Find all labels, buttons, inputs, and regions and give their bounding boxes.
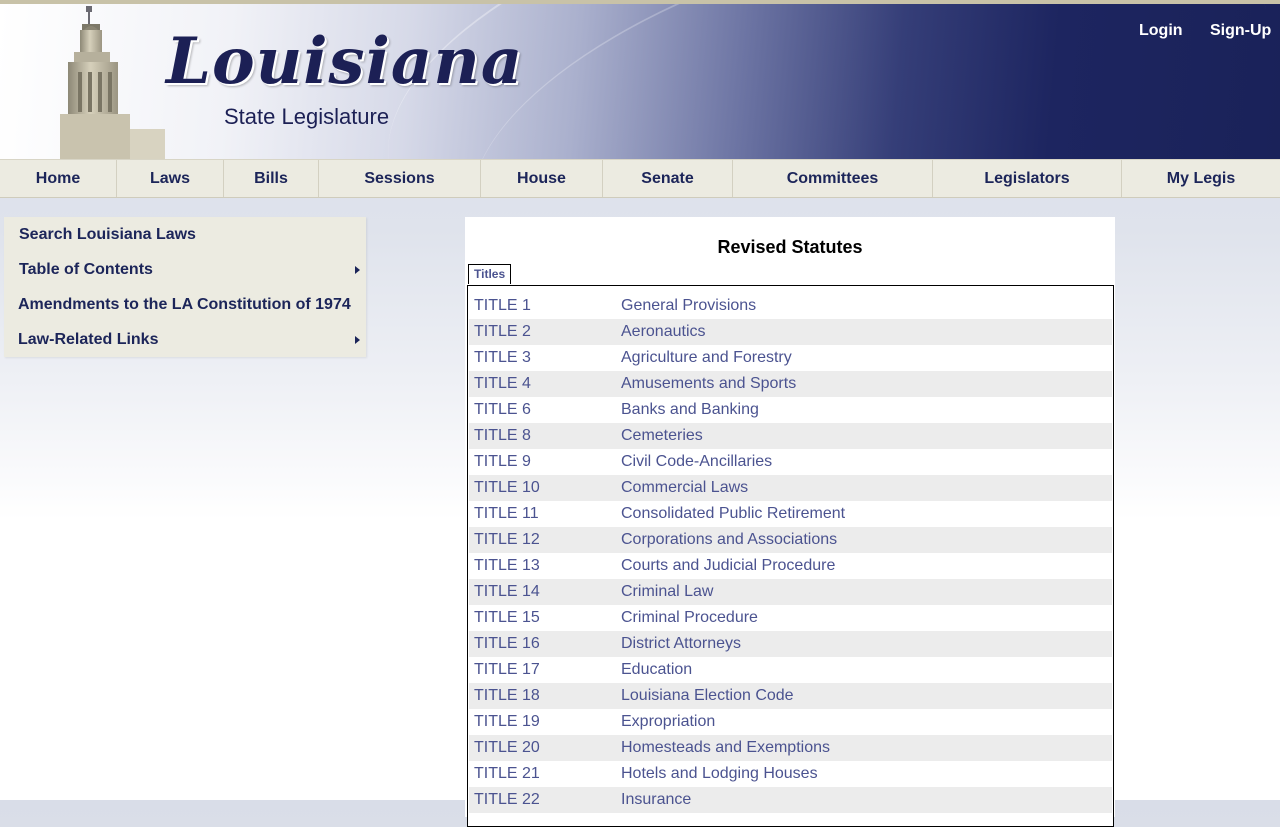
table-row: TITLE 9 Civil Code-Ancillaries	[469, 449, 1112, 475]
title-name-link[interactable]: Louisiana Election Code	[621, 683, 794, 709]
title-number-link[interactable]: TITLE 4	[474, 371, 531, 397]
title-number-link[interactable]: TITLE 15	[474, 605, 540, 631]
title-name-link[interactable]: Education	[621, 657, 692, 683]
title-number-link[interactable]: TITLE 16	[474, 631, 540, 657]
title-name-link[interactable]: Aeronautics	[621, 319, 706, 345]
title-number-link[interactable]: TITLE 20	[474, 735, 540, 761]
side-item-label: Amendments to the LA Constitution of 197…	[18, 296, 351, 313]
title-number-link[interactable]: TITLE 14	[474, 579, 540, 605]
logo-subtitle: State Legislature	[224, 104, 390, 129]
title-name-link[interactable]: Banks and Banking	[621, 397, 759, 423]
table-row: TITLE 11 Consolidated Public Retirement	[469, 501, 1112, 527]
page-title: Revised Statutes	[717, 237, 863, 257]
nav-home[interactable]: Home	[0, 160, 117, 197]
table-row: TITLE 12 Corporations and Associations	[469, 527, 1112, 553]
table-row: TITLE 21 Hotels and Lodging Houses	[469, 761, 1112, 787]
title-number-link[interactable]: TITLE 8	[474, 423, 531, 449]
title-name-link[interactable]: Corporations and Associations	[621, 527, 837, 553]
side-item-law-related-links[interactable]: Law-Related Links	[4, 322, 366, 357]
nav-laws[interactable]: Laws	[117, 160, 224, 197]
title-name-link[interactable]: Cemeteries	[621, 423, 703, 449]
title-name-link[interactable]: Commercial Laws	[621, 475, 748, 501]
table-row: TITLE 8 Cemeteries	[469, 423, 1112, 449]
table-row: TITLE 20 Homesteads and Exemptions	[469, 735, 1112, 761]
title-number-link[interactable]: TITLE 10	[474, 475, 540, 501]
side-item-search-laws[interactable]: Search Louisiana Laws	[4, 217, 366, 252]
logo-script-text: Louisiana	[166, 24, 524, 99]
table-row: TITLE 22 Insurance	[469, 787, 1112, 813]
title-number-link[interactable]: TITLE 22	[474, 787, 540, 813]
table-row: TITLE 14 Criminal Law	[469, 579, 1112, 605]
table-row: TITLE 10 Commercial Laws	[469, 475, 1112, 501]
title-name-link[interactable]: Homesteads and Exemptions	[621, 735, 830, 761]
login-link[interactable]: Login	[1139, 22, 1183, 40]
titles-list: TITLE 1 General Provisions TITLE 2 Aeronaut…	[469, 293, 1112, 813]
title-number-link[interactable]: TITLE 11	[474, 501, 539, 527]
table-row: TITLE 3 Agriculture and Forestry	[469, 345, 1112, 371]
signup-link[interactable]: Sign-Up	[1210, 22, 1271, 40]
nav-committees[interactable]: Committees	[733, 160, 933, 197]
nav-sessions[interactable]: Sessions	[319, 160, 481, 197]
title-number-link[interactable]: TITLE 1	[474, 293, 531, 319]
site-banner: Louisiana State Legislature Login Sign-U…	[0, 4, 1280, 159]
tab-titles[interactable]: Titles	[468, 264, 512, 284]
nav-senate[interactable]: Senate	[603, 160, 733, 197]
nav-bills[interactable]: Bills	[224, 160, 319, 197]
title-number-link[interactable]: TITLE 9	[474, 449, 531, 475]
submenu-arrow-icon	[355, 336, 360, 344]
title-number-link[interactable]: TITLE 2	[474, 319, 531, 345]
title-number-link[interactable]: TITLE 13	[474, 553, 540, 579]
submenu-arrow-icon	[355, 266, 360, 274]
title-number-link[interactable]: TITLE 18	[474, 683, 540, 709]
table-row: TITLE 17 Education	[469, 657, 1112, 683]
table-row: TITLE 16 District Attorneys	[469, 631, 1112, 657]
table-row: TITLE 6 Banks and Banking	[469, 397, 1112, 423]
title-name-link[interactable]: Civil Code-Ancillaries	[621, 449, 772, 475]
side-menu: Search Louisiana Laws Table of Contents …	[4, 217, 366, 357]
table-row: TITLE 1 General Provisions	[469, 293, 1112, 319]
table-row: TITLE 2 Aeronautics	[469, 319, 1112, 345]
side-item-table-of-contents[interactable]: Table of Contents	[4, 252, 366, 287]
nav-legislators[interactable]: Legislators	[933, 160, 1122, 197]
title-name-link[interactable]: Agriculture and Forestry	[621, 345, 792, 371]
table-row: TITLE 19 Expropriation	[469, 709, 1112, 735]
title-name-link[interactable]: Consolidated Public Retirement	[621, 501, 845, 527]
title-name-link[interactable]: Hotels and Lodging Houses	[621, 761, 818, 787]
title-name-link[interactable]: District Attorneys	[621, 631, 741, 657]
main-content: Revised Statutes Titles TITLE 1 General P…	[465, 217, 1115, 827]
table-row: TITLE 18 Louisiana Election Code	[469, 683, 1112, 709]
table-row: TITLE 4 Amusements and Sports	[469, 371, 1112, 397]
title-name-link[interactable]: Expropriation	[621, 709, 715, 735]
title-number-link[interactable]: TITLE 6	[474, 397, 531, 423]
table-row: TITLE 15 Criminal Procedure	[469, 605, 1112, 631]
title-number-link[interactable]: TITLE 17	[474, 657, 540, 683]
title-number-link[interactable]: TITLE 12	[474, 527, 540, 553]
titles-table: TITLE 1 General Provisions TITLE 2 Aeronaut…	[467, 285, 1114, 827]
title-name-link[interactable]: Insurance	[621, 787, 691, 813]
table-row: TITLE 13 Courts and Judicial Procedure	[469, 553, 1112, 579]
capitol-building-icon	[60, 6, 165, 159]
main-nav: Home Laws Bills Sessions House Senate Co…	[0, 159, 1280, 198]
title-name-link[interactable]: Criminal Law	[621, 579, 713, 605]
title-number-link[interactable]: TITLE 21	[474, 761, 540, 787]
side-item-amendments[interactable]: Amendments to the LA Constitution of 197…	[4, 287, 366, 322]
side-item-label: Law-Related Links	[18, 331, 159, 348]
title-name-link[interactable]: Criminal Procedure	[621, 605, 758, 631]
nav-house[interactable]: House	[481, 160, 603, 197]
title-name-link[interactable]: General Provisions	[621, 293, 756, 319]
title-number-link[interactable]: TITLE 19	[474, 709, 540, 735]
side-item-label: Table of Contents	[19, 261, 153, 278]
nav-my-legis[interactable]: My Legis	[1122, 160, 1280, 197]
title-name-link[interactable]: Courts and Judicial Procedure	[621, 553, 835, 579]
title-name-link[interactable]: Amusements and Sports	[621, 371, 796, 397]
title-number-link[interactable]: TITLE 3	[474, 345, 531, 371]
side-item-label: Search Louisiana Laws	[19, 226, 196, 243]
